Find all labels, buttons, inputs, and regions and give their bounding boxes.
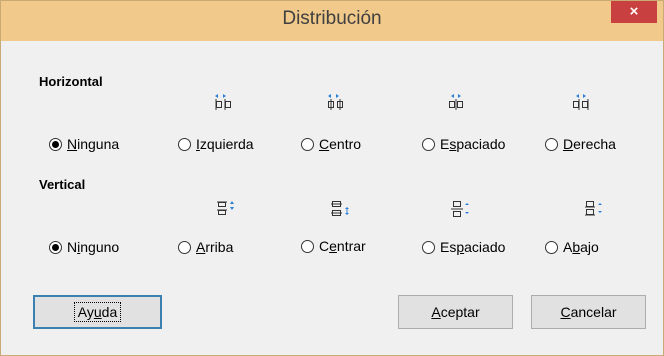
dialog-title: Distribución <box>282 8 382 29</box>
distribute-spacing-h-icon <box>449 94 463 110</box>
radio-horizontal-izquierda[interactable]: Izquierda <box>178 136 254 152</box>
vertical-group-label: Vertical <box>39 177 86 192</box>
distribute-bottom-icon <box>585 201 602 216</box>
cancel-button[interactable]: Cancelar <box>531 295 646 329</box>
distribute-center-h-icon <box>328 94 343 110</box>
radio-dot[interactable] <box>49 137 62 151</box>
radio-dot[interactable] <box>545 240 558 254</box>
title-bar[interactable]: Distribución × <box>1 1 663 41</box>
distribution-dialog: Distribución × Horizontal Ninguna Izquie… <box>0 0 664 356</box>
radio-dot[interactable] <box>49 240 62 254</box>
distribute-center-v-icon <box>331 201 349 216</box>
radio-dot[interactable] <box>422 137 435 151</box>
radio-vertical-espaciado[interactable]: Espaciado <box>422 239 505 255</box>
radio-dot[interactable] <box>301 137 314 151</box>
close-button[interactable]: × <box>611 1 657 23</box>
radio-horizontal-ninguna[interactable]: Ninguna <box>49 136 119 152</box>
help-button[interactable]: Ayuda <box>33 295 162 329</box>
horizontal-group-label: Horizontal <box>39 74 103 89</box>
radio-dot[interactable] <box>422 240 435 254</box>
radio-vertical-ninguno[interactable]: Ninguno <box>49 239 119 255</box>
radio-dot[interactable] <box>178 240 191 254</box>
radio-dot[interactable] <box>178 137 191 151</box>
radio-vertical-centrar[interactable]: Centrar <box>301 238 366 254</box>
ok-button[interactable]: Aceptar <box>398 295 513 329</box>
radio-horizontal-derecha[interactable]: Derecha <box>545 136 616 152</box>
distribute-left-icon <box>215 94 231 110</box>
radio-dot[interactable] <box>301 239 314 253</box>
radio-horizontal-centro[interactable]: Centro <box>301 136 361 152</box>
radio-horizontal-espaciado[interactable]: Espaciado <box>422 136 505 152</box>
radio-dot[interactable] <box>545 137 558 151</box>
distribute-spacing-v-icon <box>451 201 469 217</box>
dialog-body: Horizontal Ninguna Izquierda Centro Espa… <box>8 41 656 349</box>
distribute-top-icon <box>217 201 234 215</box>
radio-vertical-arriba[interactable]: Arriba <box>178 239 233 255</box>
radio-vertical-abajo[interactable]: Abajo <box>545 239 599 255</box>
distribute-right-icon <box>573 94 589 110</box>
